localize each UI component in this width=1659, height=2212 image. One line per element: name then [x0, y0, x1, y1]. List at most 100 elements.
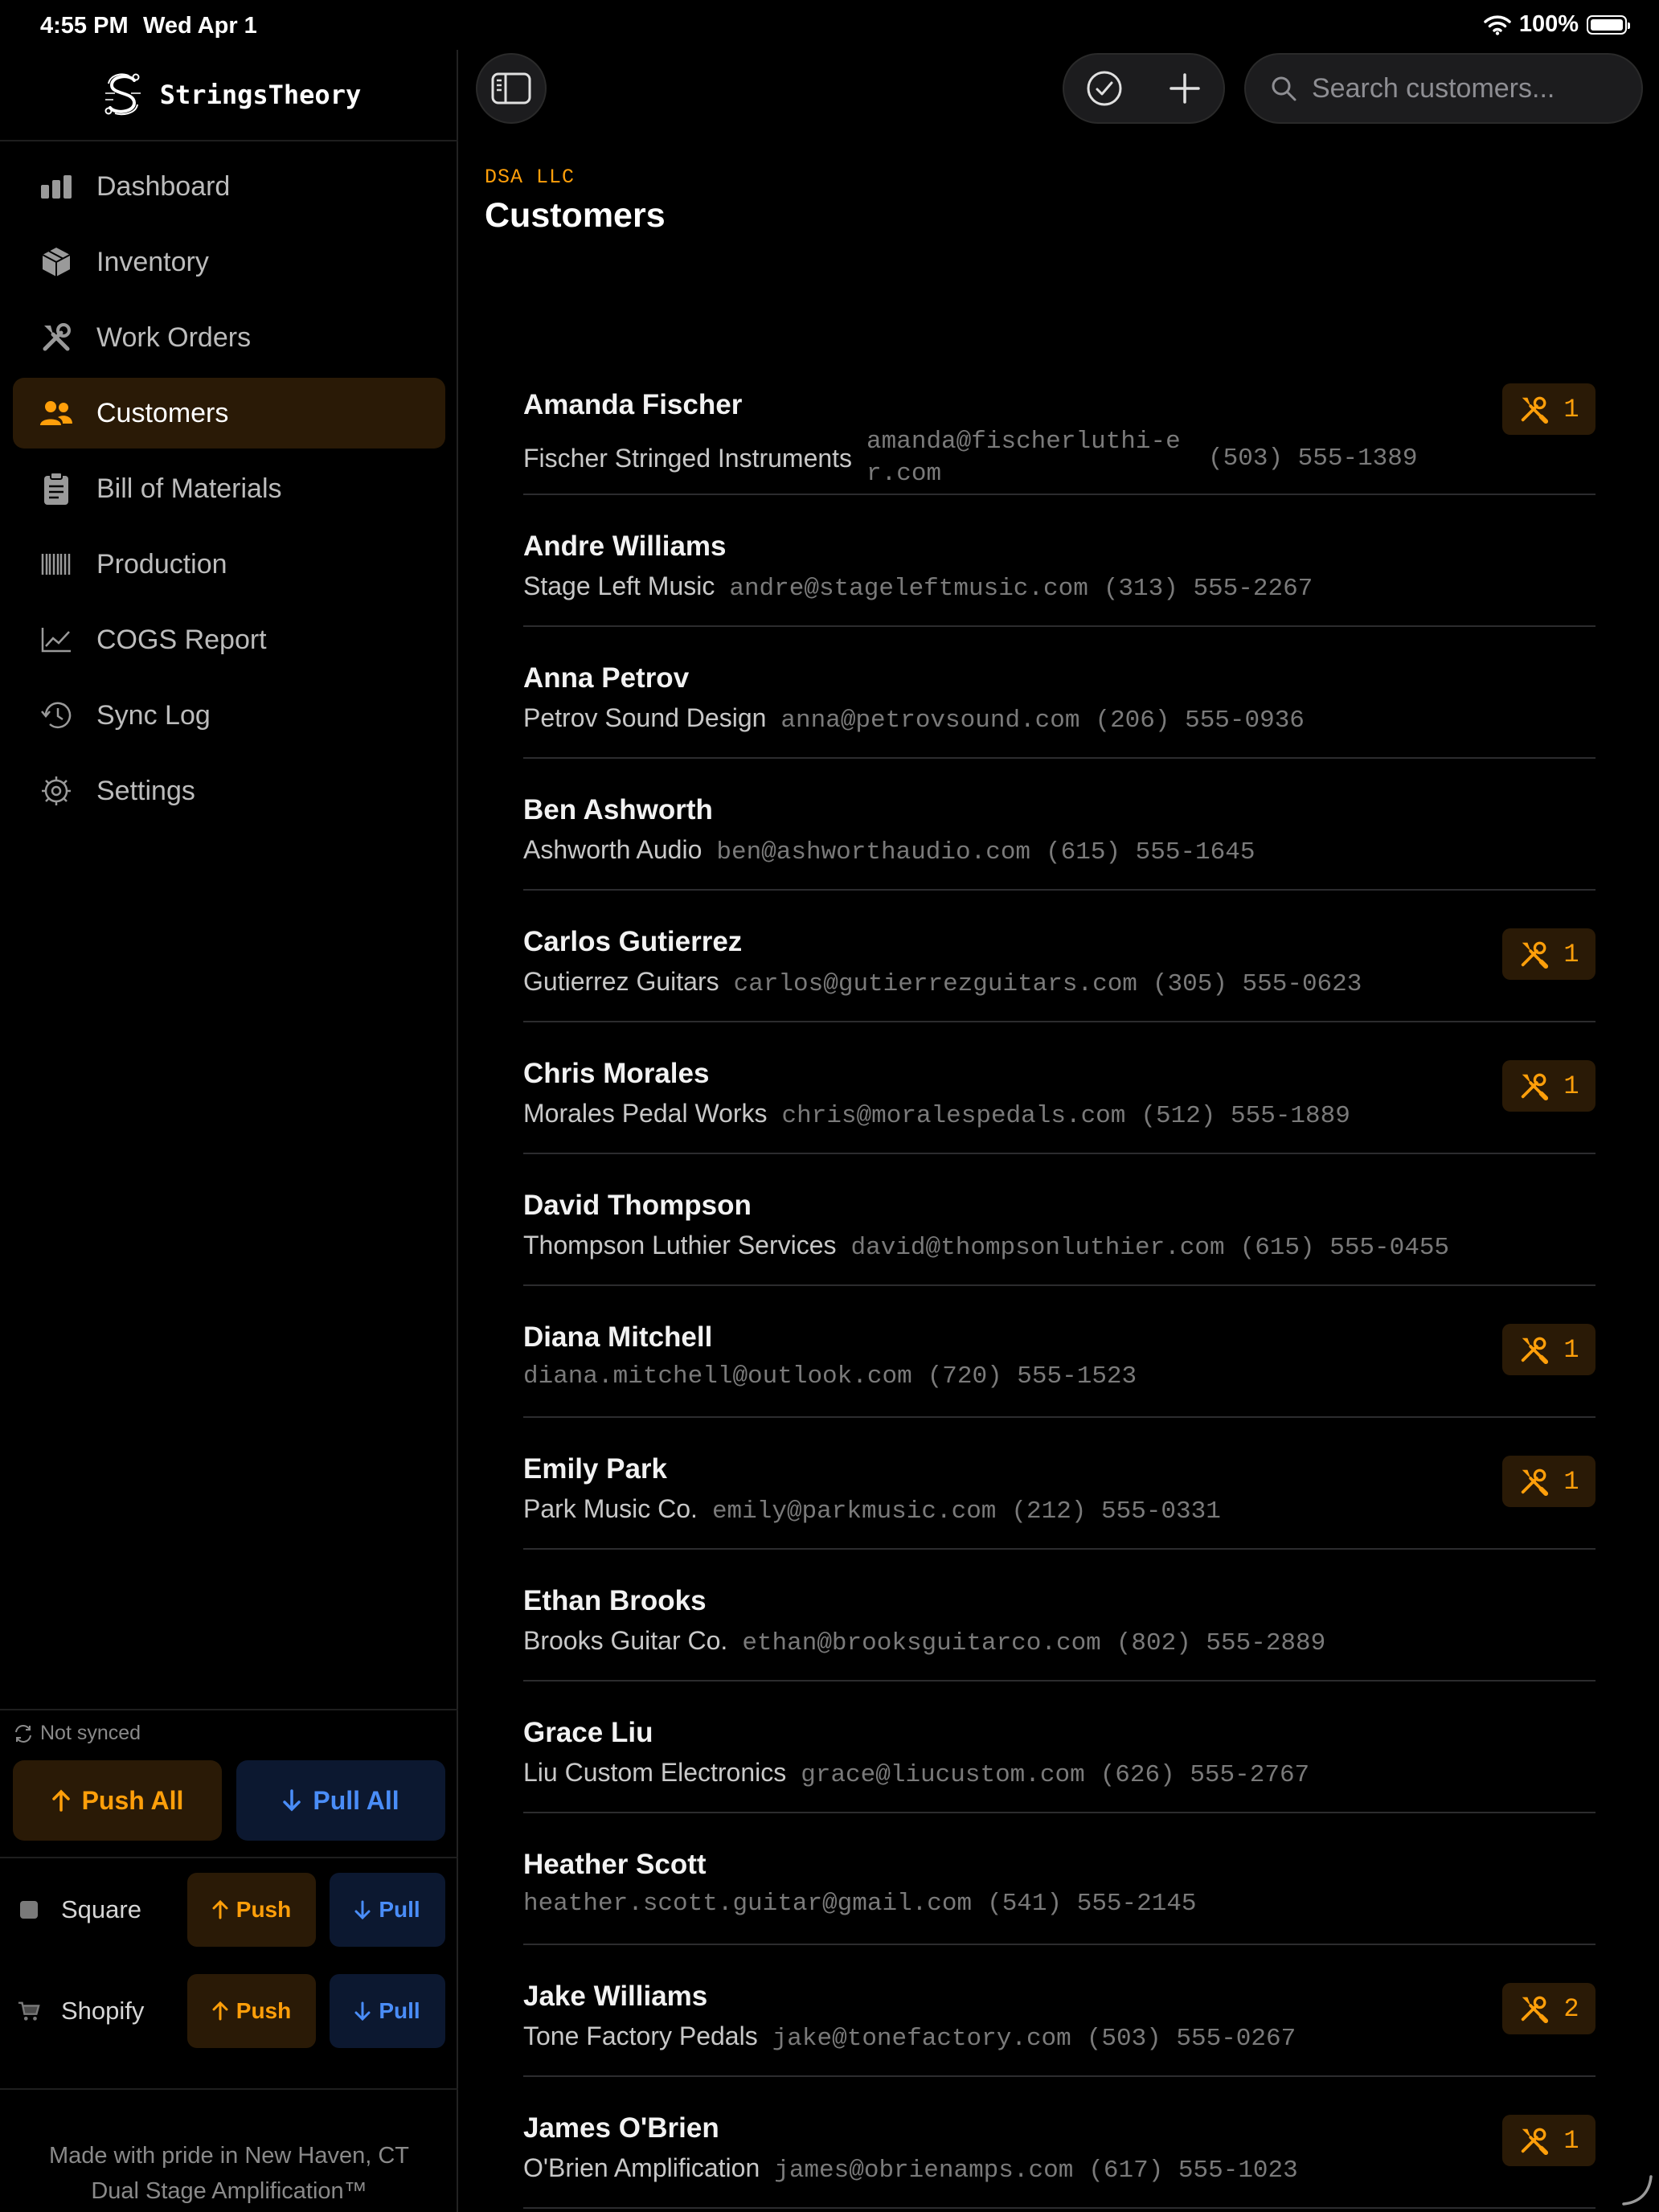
customer-details: O'Brien Amplification james@obrienamps.co… [523, 2153, 1298, 2185]
customer-details: diana.mitchell@outlook.com (720) 555-1523 [523, 1362, 1137, 1391]
work-order-count: 1 [1563, 2125, 1579, 2156]
customer-details: Gutierrez Guitars carlos@gutierrezguitars… [523, 967, 1362, 998]
customer-company: O'Brien Amplification [523, 2153, 760, 2182]
customer-company: Petrov Sound Design [523, 703, 767, 732]
barcode-icon [39, 547, 74, 582]
customer-email: carlos@gutierrezguitars.com [733, 970, 1137, 998]
work-order-badge[interactable]: 1 [1502, 1456, 1596, 1507]
customer-row[interactable]: James O'Brien O'Brien Amplification james@… [523, 2077, 1596, 2209]
sidebar: StringsTheory Dashboard Inventory Work O… [0, 50, 458, 2212]
customer-row[interactable]: Andre Williams Stage Left Music andre@stag… [523, 495, 1596, 627]
customer-email: david@thompsonluthier.com [850, 1234, 1225, 1262]
customer-row[interactable]: Ethan Brooks Brooks Guitar Co. ethan@brook… [523, 1550, 1596, 1682]
push-all-button[interactable]: Push All [13, 1760, 222, 1841]
footer-line-2: Dual Stage Amplification™ [91, 2178, 367, 2204]
customer-name: Diana Mitchell [523, 1321, 713, 1353]
customer-phone: (541) 555-2145 [987, 1890, 1197, 1918]
customer-email: emily@parkmusic.com [711, 1497, 997, 1526]
select-button[interactable] [1064, 55, 1145, 122]
sidebar-item-inventory[interactable]: Inventory [13, 227, 445, 297]
pull-label: Pull [379, 1897, 420, 1922]
sidebar-item-customers[interactable]: Customers [13, 378, 445, 449]
org-name: DSA LLC [485, 166, 576, 189]
battery-icon [1587, 14, 1630, 35]
customer-row[interactable]: Amanda Fischer Fischer Stringed Instrumen… [523, 328, 1596, 495]
status-time: 4:55 PM [40, 13, 129, 39]
sidebar-toggle-button[interactable] [476, 53, 547, 124]
sidebar-item-dashboard[interactable]: Dashboard [13, 151, 445, 222]
clipboard-icon [39, 471, 74, 506]
customer-details: Morales Pedal Works chris@moralespedals.c… [523, 1099, 1350, 1130]
wrench-screwdriver-icon [1518, 1993, 1549, 2024]
shopify-pull-button[interactable]: Pull [330, 1974, 445, 2048]
work-order-badge[interactable]: 1 [1502, 1060, 1596, 1112]
resize-handle-icon [1622, 2175, 1653, 2206]
customer-company: Thompson Luthier Services [523, 1231, 837, 1260]
pull-label: Pull [379, 1998, 420, 2023]
customer-details: Stage Left Music andre@stageleftmusic.com… [523, 571, 1313, 603]
sidebar-item-work-orders[interactable]: Work Orders [13, 302, 445, 373]
shopify-push-button[interactable]: Push [187, 1974, 316, 2048]
customer-row[interactable]: Grace Liu Liu Custom Electronics grace@liu… [523, 1682, 1596, 1813]
status-date: Wed Apr 1 [143, 13, 257, 39]
customer-row[interactable]: Heather Scott heather.scott.guitar@gmail.… [523, 1813, 1596, 1945]
work-order-count: 1 [1563, 1071, 1579, 1101]
plus-icon [1169, 73, 1200, 104]
sidebar-item-sync-log[interactable]: Sync Log [13, 680, 445, 751]
work-order-badge[interactable]: 1 [1502, 383, 1596, 435]
customer-company: Brooks Guitar Co. [523, 1626, 728, 1655]
customer-email: grace@liucustom.com [801, 1761, 1085, 1789]
sidebar-item-settings[interactable]: Settings [13, 756, 445, 826]
status-bar: 4:55 PM Wed Apr 1 100% [0, 0, 1659, 50]
customer-email: jake@tonefactory.com [772, 2025, 1071, 2053]
work-order-badge[interactable]: 2 [1502, 1983, 1596, 2034]
work-order-count: 1 [1563, 939, 1579, 969]
work-order-badge[interactable]: 1 [1502, 928, 1596, 980]
brand: StringsTheory [0, 50, 458, 141]
customer-row[interactable]: Emily Park Park Music Co. emily@parkmusic.… [523, 1418, 1596, 1550]
customer-row[interactable]: Diana Mitchell diana.mitchell@outlook.com… [523, 1286, 1596, 1418]
customer-row[interactable]: Ben Ashworth Ashworth Audio ben@ashworthau… [523, 759, 1596, 891]
add-customer-button[interactable] [1145, 55, 1225, 122]
wrench-screwdriver-icon [1518, 2125, 1549, 2156]
sidebar-nav: Dashboard Inventory Work Orders Customer… [13, 151, 445, 831]
arrow-up-icon [51, 1789, 70, 1812]
work-order-badge[interactable]: 1 [1502, 2115, 1596, 2166]
square-push-button[interactable]: Push [187, 1873, 316, 1947]
page-title: Customers [485, 196, 666, 235]
customer-row[interactable]: Chris Morales Morales Pedal Works chris@mo… [523, 1022, 1596, 1154]
sidebar-item-label: COGS Report [96, 624, 267, 655]
divider [0, 2088, 458, 2090]
work-order-badge[interactable]: 1 [1502, 1324, 1596, 1375]
sidebar-icon [491, 72, 531, 104]
service-row-square: Square Push Pull [0, 1873, 458, 1947]
customer-phone: (503) 555-0267 [1086, 2025, 1296, 2053]
customer-name: Emily Park [523, 1453, 667, 1485]
square-pull-button[interactable]: Pull [330, 1873, 445, 1947]
brand-name: StringsTheory [159, 80, 362, 110]
sidebar-item-cogs-report[interactable]: COGS Report [13, 604, 445, 675]
chart-bar-icon [39, 169, 74, 204]
line-chart-icon [39, 622, 74, 657]
sidebar-item-label: Settings [96, 775, 195, 806]
search-input[interactable] [1310, 72, 1619, 105]
wifi-icon [1484, 14, 1511, 35]
customer-phone: (802) 555-2889 [1116, 1629, 1326, 1657]
sidebar-item-production[interactable]: Production [13, 529, 445, 600]
customer-row[interactable]: Anna Petrov Petrov Sound Design anna@petro… [523, 627, 1596, 759]
sidebar-item-label: Inventory [96, 246, 209, 277]
customer-row[interactable]: David Thompson Thompson Luthier Services d… [523, 1154, 1596, 1286]
customer-row[interactable]: Carlos Gutierrez Gutierrez Guitars carlos@… [523, 891, 1596, 1022]
customer-email: ben@ashworthaudio.com [716, 838, 1031, 866]
pull-all-button[interactable]: Pull All [236, 1760, 445, 1841]
customer-name: Andre Williams [523, 530, 727, 562]
customer-phone: (512) 555-1889 [1141, 1102, 1350, 1130]
customer-row[interactable]: Jake Williams Tone Factory Pedals jake@ton… [523, 1945, 1596, 2077]
sidebar-item-label: Bill of Materials [96, 473, 282, 504]
divider [0, 1857, 458, 1858]
cart-icon [18, 2000, 40, 2022]
customer-name: Amanda Fischer [523, 389, 743, 420]
sidebar-item-bill-of-materials[interactable]: Bill of Materials [13, 453, 445, 524]
customer-company: Morales Pedal Works [523, 1099, 768, 1128]
customer-phone: (617) 555-1023 [1088, 2157, 1298, 2185]
